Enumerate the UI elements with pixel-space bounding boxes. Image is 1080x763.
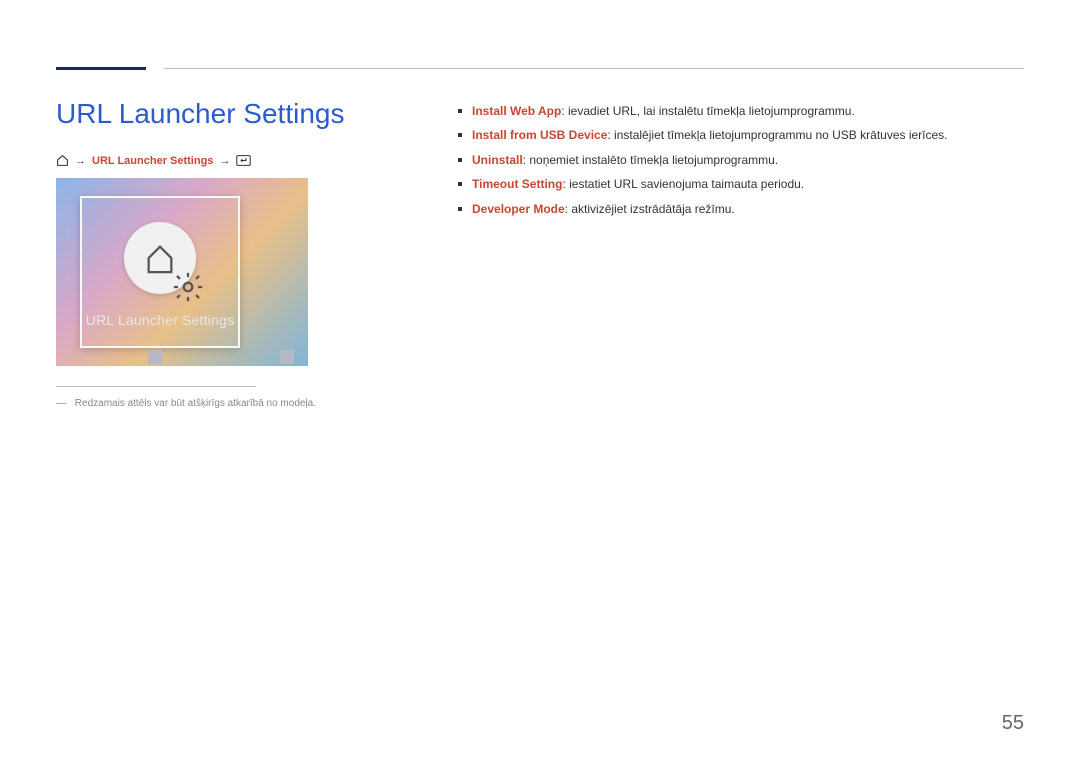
page-number: 55 <box>1002 712 1024 735</box>
enter-icon <box>236 155 251 166</box>
tile-circle <box>124 222 196 294</box>
list-item: Install Web App: ievadiet URL, lai insta… <box>458 103 1024 120</box>
accent-bar <box>56 67 146 70</box>
dash-icon: ― <box>56 398 66 409</box>
list-item-text: Developer Mode: aktivizējiet izstrādātāj… <box>472 201 735 218</box>
list-item: Developer Mode: aktivizējiet izstrādātāj… <box>458 201 1024 218</box>
breadcrumb-link: URL Launcher Settings <box>92 155 213 167</box>
breadcrumb: → URL Launcher Settings → <box>56 154 251 167</box>
list-item-text: Install from USB Device: instalējiet tīm… <box>472 127 948 144</box>
bullet-icon <box>458 109 462 113</box>
preview-screenshot: URL Launcher Settings <box>56 178 308 366</box>
footnote-text: Redzamais attēls var būt atšķirīgs atkar… <box>75 398 316 409</box>
top-rule <box>164 68 1024 69</box>
page-title: URL Launcher Settings <box>56 98 344 130</box>
arrow-icon: → <box>75 155 86 167</box>
arrow-icon: → <box>219 155 230 167</box>
list-item-text: Uninstall: noņemiet instalēto tīmekļa li… <box>472 152 778 169</box>
bullet-icon <box>458 133 462 137</box>
list-item: Uninstall: noņemiet instalēto tīmekļa li… <box>458 152 1024 169</box>
bullet-list: Install Web App: ievadiet URL, lai insta… <box>458 103 1024 225</box>
bullet-icon <box>458 182 462 186</box>
tv-leg <box>280 350 294 364</box>
footnote: ― Redzamais attēls var būt atšķirīgs atk… <box>56 398 316 409</box>
home-icon <box>56 154 69 167</box>
bullet-icon <box>458 207 462 211</box>
tv-tile: URL Launcher Settings <box>80 196 240 348</box>
list-item-text: Install Web App: ievadiet URL, lai insta… <box>472 103 855 120</box>
tile-label: URL Launcher Settings <box>86 312 234 328</box>
gear-icon <box>171 270 189 288</box>
footnote-rule <box>56 386 256 387</box>
tv-leg <box>148 350 162 364</box>
list-item: Install from USB Device: instalējiet tīm… <box>458 127 1024 144</box>
list-item-text: Timeout Setting: iestatiet URL savienoju… <box>472 176 804 193</box>
bullet-icon <box>458 158 462 162</box>
list-item: Timeout Setting: iestatiet URL savienoju… <box>458 176 1024 193</box>
